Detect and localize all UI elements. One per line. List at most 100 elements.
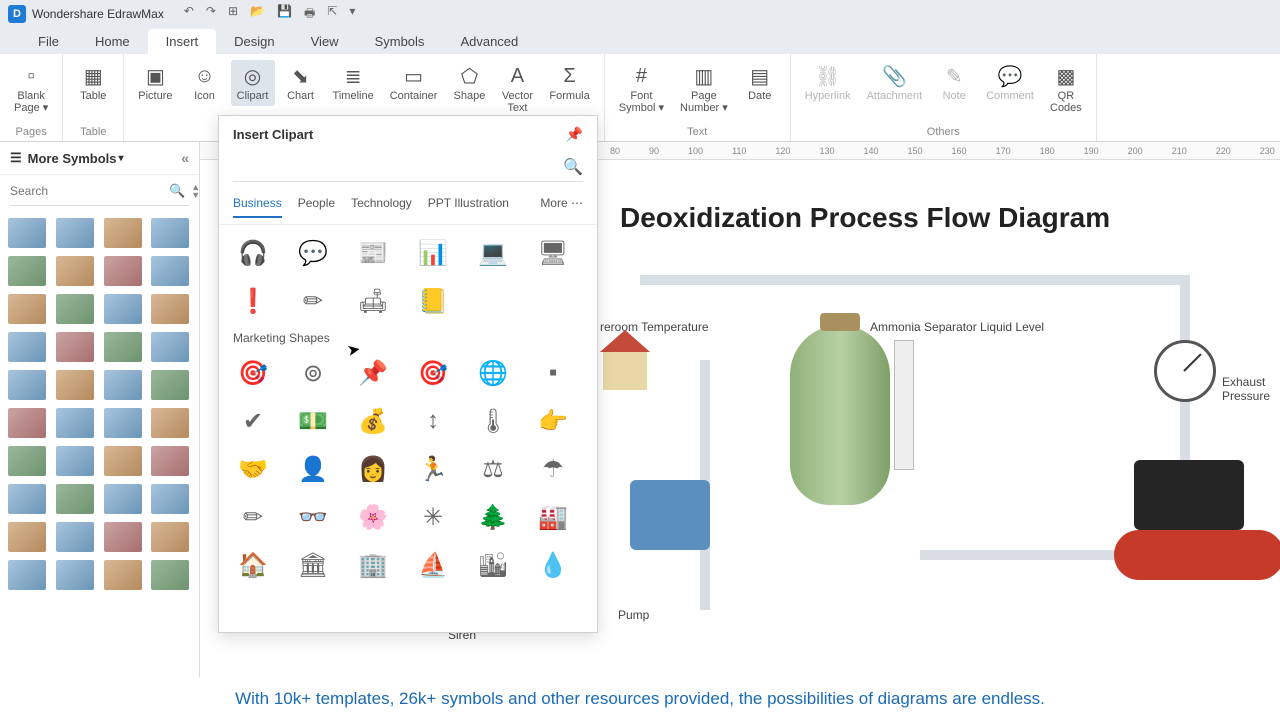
clipart-item[interactable]: 🛋 bbox=[353, 283, 393, 319]
clipart-item[interactable]: 💧 bbox=[533, 547, 573, 583]
menu-tab-home[interactable]: Home bbox=[77, 29, 148, 54]
symbol-thumb[interactable] bbox=[56, 522, 94, 552]
clipart-item[interactable]: ⛵ bbox=[413, 547, 453, 583]
clipart-item[interactable] bbox=[473, 283, 513, 319]
symbol-thumb[interactable] bbox=[151, 446, 189, 476]
ribbon-page-number-[interactable]: ▥Page Number ▾ bbox=[674, 60, 734, 118]
undo-icon[interactable]: ↶ bbox=[184, 4, 194, 25]
symbol-thumb[interactable] bbox=[151, 218, 189, 248]
clipart-item[interactable]: 🌐 bbox=[473, 355, 513, 391]
house-shape[interactable] bbox=[600, 330, 650, 390]
symbol-thumb[interactable] bbox=[8, 560, 46, 590]
symbol-thumb[interactable] bbox=[56, 370, 94, 400]
clipart-search-input[interactable] bbox=[233, 157, 563, 177]
clipart-item[interactable] bbox=[533, 283, 573, 319]
ribbon-font-symbol-[interactable]: #Font Symbol ▾ bbox=[613, 60, 670, 118]
clipart-item[interactable]: ⊚ bbox=[293, 355, 333, 391]
clipart-item[interactable]: ✳ bbox=[413, 499, 453, 535]
symbol-thumb[interactable] bbox=[104, 446, 142, 476]
ribbon-chart[interactable]: ⬊Chart bbox=[279, 60, 323, 106]
export-icon[interactable]: ⇱ bbox=[327, 4, 337, 25]
ribbon-formula[interactable]: ΣFormula bbox=[543, 60, 595, 106]
clipart-item[interactable]: 🤝 bbox=[233, 451, 273, 487]
symbol-thumb[interactable] bbox=[151, 370, 189, 400]
symbol-thumb[interactable] bbox=[8, 294, 46, 324]
symbol-thumb[interactable] bbox=[56, 332, 94, 362]
clipart-tab-ppt-illustration[interactable]: PPT Illustration bbox=[428, 196, 509, 218]
clipart-item[interactable]: 👓 bbox=[293, 499, 333, 535]
clipart-tab-technology[interactable]: Technology bbox=[351, 196, 412, 218]
symbol-thumb[interactable] bbox=[8, 484, 46, 514]
clipart-item[interactable]: ✏ bbox=[293, 283, 333, 319]
symbol-thumb[interactable] bbox=[8, 256, 46, 286]
symbol-thumb[interactable] bbox=[104, 484, 142, 514]
compressor-shape[interactable] bbox=[1114, 450, 1280, 580]
symbol-thumb[interactable] bbox=[104, 560, 142, 590]
pressure-gauge[interactable] bbox=[1154, 340, 1216, 402]
clipart-item[interactable]: ✏ bbox=[233, 499, 273, 535]
menu-tab-symbols[interactable]: Symbols bbox=[357, 29, 443, 54]
symbol-thumb[interactable] bbox=[56, 294, 94, 324]
symbol-thumb[interactable] bbox=[104, 332, 142, 362]
menu-tab-file[interactable]: File bbox=[20, 29, 77, 54]
symbol-thumb[interactable] bbox=[104, 256, 142, 286]
symbol-thumb[interactable] bbox=[151, 408, 189, 438]
symbol-thumb[interactable] bbox=[151, 332, 189, 362]
clipart-item[interactable]: 💻 bbox=[473, 235, 513, 271]
redo-icon[interactable]: ↷ bbox=[206, 4, 216, 25]
ribbon-table[interactable]: ▦Table bbox=[71, 60, 115, 106]
clipart-item[interactable]: 💵 bbox=[293, 403, 333, 439]
ribbon-container[interactable]: ▭Container bbox=[384, 60, 444, 106]
clipart-item[interactable]: ❗ bbox=[233, 283, 273, 319]
symbol-thumb[interactable] bbox=[151, 294, 189, 324]
symbol-thumb[interactable] bbox=[104, 218, 142, 248]
open-icon[interactable]: 📂 bbox=[250, 4, 265, 25]
separator-tank[interactable] bbox=[790, 325, 890, 505]
symbol-thumb[interactable] bbox=[8, 446, 46, 476]
clipart-item[interactable]: 📰 bbox=[353, 235, 393, 271]
symbol-thumb[interactable] bbox=[56, 218, 94, 248]
symbol-thumb[interactable] bbox=[151, 256, 189, 286]
ribbon-blank-page-[interactable]: ▫Blank Page ▾ bbox=[8, 60, 54, 118]
symbol-thumb[interactable] bbox=[151, 560, 189, 590]
clipart-item[interactable]: 🏠 bbox=[233, 547, 273, 583]
symbol-thumb[interactable] bbox=[104, 522, 142, 552]
symbol-thumb[interactable] bbox=[8, 408, 46, 438]
symbol-thumb[interactable] bbox=[104, 294, 142, 324]
symbol-thumb[interactable] bbox=[56, 408, 94, 438]
symbol-thumb[interactable] bbox=[151, 522, 189, 552]
clipart-item[interactable]: 💰 bbox=[353, 403, 393, 439]
ribbon-clipart[interactable]: ◎Clipart bbox=[231, 60, 275, 106]
symbol-thumb[interactable] bbox=[8, 522, 46, 552]
clipart-item[interactable]: 📒 bbox=[413, 283, 453, 319]
symbol-thumb[interactable] bbox=[56, 484, 94, 514]
clipart-item[interactable]: ✔ bbox=[233, 403, 273, 439]
clipart-item[interactable]: 📊 bbox=[413, 235, 453, 271]
thermometer-shape[interactable] bbox=[894, 340, 914, 470]
ribbon-date[interactable]: ▤Date bbox=[738, 60, 782, 106]
ribbon-shape[interactable]: ⬠Shape bbox=[447, 60, 491, 106]
clipart-item[interactable]: ▪ bbox=[533, 355, 573, 391]
ribbon-vector-text[interactable]: AVector Text bbox=[495, 60, 539, 118]
sidebar-header[interactable]: ☰ More Symbols ▾ « bbox=[0, 142, 199, 175]
ribbon-picture[interactable]: ▣Picture bbox=[132, 60, 178, 106]
clipart-item[interactable]: 🏛 bbox=[293, 547, 333, 583]
ribbon-icon[interactable]: ☺Icon bbox=[183, 60, 227, 106]
clipart-item[interactable]: 🏃 bbox=[413, 451, 453, 487]
symbol-thumb[interactable] bbox=[104, 408, 142, 438]
symbol-thumb[interactable] bbox=[151, 484, 189, 514]
collapse-icon[interactable]: « bbox=[181, 150, 189, 166]
qat-more-icon[interactable]: ▾ bbox=[349, 4, 355, 25]
pump-valve[interactable] bbox=[630, 480, 710, 550]
clipart-item[interactable]: 👩 bbox=[353, 451, 393, 487]
clipart-item[interactable]: 🎯 bbox=[233, 355, 273, 391]
new-icon[interactable]: ⊞ bbox=[228, 4, 238, 25]
menu-tab-design[interactable]: Design bbox=[216, 29, 292, 54]
clipart-item[interactable]: 🎧 bbox=[233, 235, 273, 271]
pin-icon[interactable]: 📌 bbox=[566, 126, 583, 143]
clipart-item[interactable]: 👉 bbox=[533, 403, 573, 439]
clipart-item[interactable]: 🏙 bbox=[473, 547, 513, 583]
symbol-thumb[interactable] bbox=[8, 218, 46, 248]
clipart-item[interactable]: 🌲 bbox=[473, 499, 513, 535]
clipart-item[interactable]: ↕ bbox=[413, 403, 453, 439]
